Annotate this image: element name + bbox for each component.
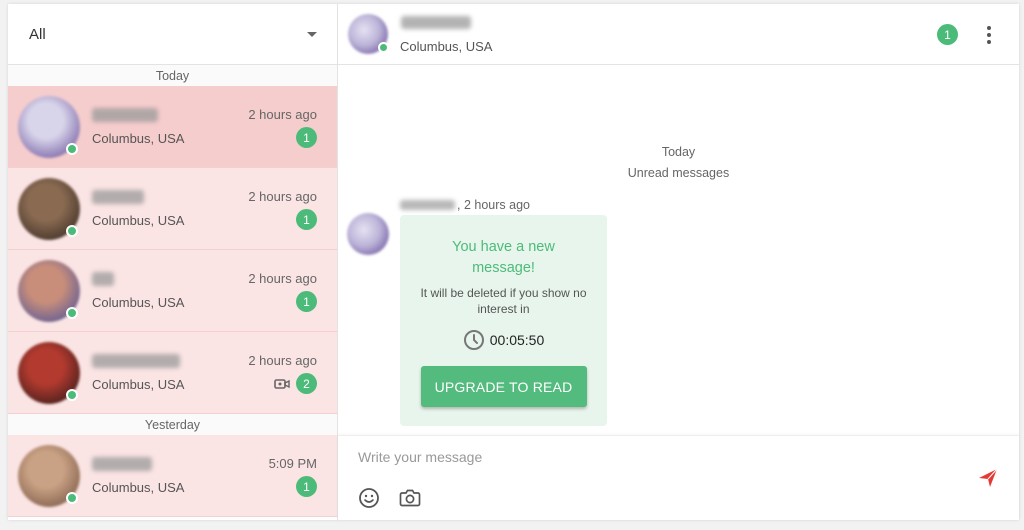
unread-badge: 1 xyxy=(296,127,317,148)
conversation-body: Columbus, USA 2 hours ago 1 xyxy=(80,86,337,167)
conversation-body: Columbus, USA 5:09 PM 1 xyxy=(80,435,337,516)
conversation-item[interactable]: Columbus, USA 2 hours ago 1 xyxy=(8,86,337,168)
contact-location: Columbus, USA xyxy=(400,39,493,54)
contact-name-redacted xyxy=(92,190,144,204)
conversation-item[interactable]: Columbus, USA 2 hours ago 1 xyxy=(8,250,337,332)
countdown-timer: 00:05:50 xyxy=(400,329,607,351)
conversation-status: 1 xyxy=(296,291,317,312)
avatar xyxy=(18,95,80,158)
conversation-time: 2 hours ago xyxy=(248,107,317,122)
unread-badge: 2 xyxy=(296,373,317,394)
conversation-status: 1 xyxy=(296,127,317,148)
conversation-time: 5:09 PM xyxy=(268,456,317,471)
unread-badge: 1 xyxy=(937,24,958,45)
avatar xyxy=(18,341,80,404)
conversation-time: 2 hours ago xyxy=(248,271,317,286)
emoji-icon[interactable] xyxy=(358,487,380,509)
conversation-status: 1 xyxy=(296,209,317,230)
online-indicator xyxy=(66,388,78,401)
avatar[interactable] xyxy=(348,14,389,54)
conversation-body: Columbus, USA 2 hours ago 1 xyxy=(80,168,337,249)
avatar xyxy=(18,259,80,322)
contact-location: Columbus, USA xyxy=(92,377,185,392)
online-indicator xyxy=(66,491,78,504)
upgrade-to-read-button[interactable]: UPGRADE TO READ xyxy=(420,366,587,407)
online-indicator xyxy=(66,224,78,237)
contact-name-redacted xyxy=(401,16,471,29)
filter-label: All xyxy=(29,25,46,43)
contact-name-redacted xyxy=(92,354,180,368)
conversation-item[interactable]: Columbus, USA 5:09 PM 1 xyxy=(8,435,337,517)
day-separator: Yesterday xyxy=(8,414,337,435)
locked-message-bubble: You have a new message! It will be delet… xyxy=(400,215,607,426)
chat-panel: Columbus, USA 1 Today Unread messages , … xyxy=(338,4,1019,520)
message-time: , 2 hours ago xyxy=(457,198,530,212)
online-indicator xyxy=(378,42,389,53)
chevron-down-icon xyxy=(307,31,317,37)
conversation-status: 1 xyxy=(296,476,317,497)
unread-badge: 1 xyxy=(296,291,317,312)
message-composer xyxy=(338,435,1019,520)
contact-location: Columbus, USA xyxy=(92,480,185,495)
conversation-item[interactable]: Columbus, USA 2 hours ago 1 xyxy=(8,168,337,250)
send-icon[interactable] xyxy=(977,467,999,489)
contact-name-redacted xyxy=(92,272,114,286)
more-options-icon[interactable] xyxy=(979,24,999,46)
message-day-label: Today xyxy=(661,145,696,159)
message-text: It will be deleted if you show no intere… xyxy=(420,286,587,316)
unread-badge: 1 xyxy=(296,476,317,497)
message-title: You have a new message! xyxy=(452,239,555,276)
message-area: Today Unread messages , 2 hours ago You … xyxy=(338,65,1019,435)
conversation-body: Columbus, USA 2 hours ago 2 xyxy=(80,332,337,413)
video-icon xyxy=(274,378,290,389)
app-window: All Today Columbus, USA 2 hours ago 1 Colum… xyxy=(8,4,1019,520)
contact-name-redacted xyxy=(92,457,152,471)
conversation-body: Columbus, USA 2 hours ago 1 xyxy=(80,250,337,331)
unread-badge: 1 xyxy=(296,209,317,230)
timer-value: 00:05:50 xyxy=(489,332,545,348)
filter-dropdown[interactable]: All xyxy=(8,4,337,65)
contact-name-redacted xyxy=(92,108,158,122)
message-meta: , 2 hours ago xyxy=(400,198,530,212)
camera-icon[interactable] xyxy=(399,488,421,508)
conversation-time: 2 hours ago xyxy=(248,353,317,368)
avatar xyxy=(18,177,80,240)
contact-location: Columbus, USA xyxy=(92,131,185,146)
contact-location: Columbus, USA xyxy=(92,213,185,228)
contact-location: Columbus, USA xyxy=(92,295,185,310)
avatar xyxy=(18,444,80,507)
conversation-item[interactable]: Columbus, USA 2 hours ago 2 xyxy=(8,332,337,414)
conversation-sidebar: All Today Columbus, USA 2 hours ago 1 Colum… xyxy=(8,4,338,520)
message-input[interactable] xyxy=(358,449,918,465)
conversation-status: 2 xyxy=(274,373,317,394)
chat-header: Columbus, USA 1 xyxy=(338,4,1019,65)
sender-name-redacted xyxy=(400,200,455,210)
unread-messages-label: Unread messages xyxy=(627,166,730,180)
clock-icon xyxy=(463,330,484,350)
day-separator: Today xyxy=(8,65,337,86)
conversation-time: 2 hours ago xyxy=(248,189,317,204)
sender-avatar[interactable] xyxy=(347,213,389,255)
online-indicator xyxy=(66,142,78,155)
online-indicator xyxy=(66,306,78,319)
